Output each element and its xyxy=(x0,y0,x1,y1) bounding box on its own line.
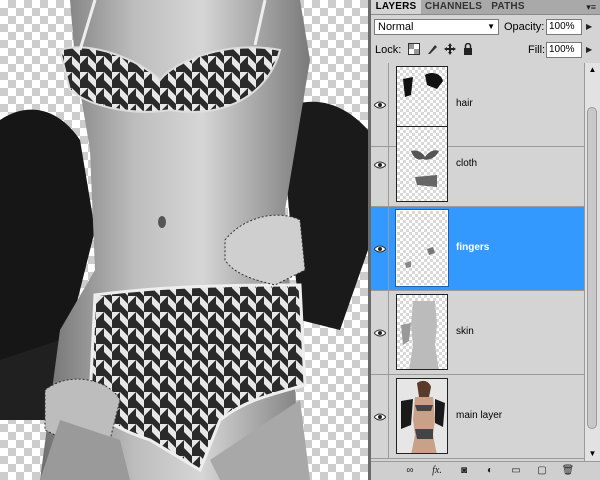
link-layers-icon[interactable]: ∞ xyxy=(403,465,417,477)
scroll-up-icon[interactable]: ▲ xyxy=(585,63,600,77)
new-layer-icon[interactable]: ▢ xyxy=(535,465,549,477)
layer-name: skin xyxy=(456,325,474,337)
fx-icon[interactable]: fx. xyxy=(429,465,445,477)
layer-row-cloth[interactable]: cloth xyxy=(371,123,584,207)
trash-icon[interactable]: 🗑 xyxy=(561,465,575,477)
visibility-toggle[interactable] xyxy=(371,123,389,206)
layer-name: fingers xyxy=(456,241,490,253)
opacity-label: Opacity: xyxy=(504,21,545,33)
eye-icon xyxy=(374,329,386,336)
lock-position-icon[interactable] xyxy=(444,43,456,55)
chevron-down-icon: ▼ xyxy=(487,22,495,31)
layer-thumbnail xyxy=(396,378,448,454)
layers-panel: LAYERS CHANNELS PATHS ▾≡ Normal ▼ Opacit… xyxy=(371,0,600,480)
visibility-toggle[interactable] xyxy=(371,291,389,374)
opacity-flyout-icon[interactable]: ▶ xyxy=(586,22,592,31)
opacity-field[interactable]: 100% xyxy=(546,19,582,35)
visibility-toggle[interactable] xyxy=(371,207,389,290)
fill-field[interactable]: 100% xyxy=(546,42,582,58)
panel-tab-bar: LAYERS CHANNELS PATHS ▾≡ xyxy=(371,0,600,15)
visibility-toggle[interactable] xyxy=(371,375,389,458)
canvas-image xyxy=(0,0,368,480)
layer-name: hair xyxy=(456,97,473,109)
adjustment-layer-icon[interactable]: ◐ xyxy=(483,465,497,477)
layer-list-scrollbar[interactable]: ▲ ▼ xyxy=(584,63,600,461)
eye-icon xyxy=(374,161,386,168)
layer-row-skin[interactable]: skin xyxy=(371,291,584,375)
eye-icon xyxy=(374,101,386,108)
layer-name: cloth xyxy=(456,157,478,169)
layer-thumbnail xyxy=(396,294,448,370)
lock-transparent-pixels-icon[interactable] xyxy=(408,43,420,55)
layer-name: main layer xyxy=(456,409,503,421)
blend-mode-select[interactable]: Normal ▼ xyxy=(374,19,499,35)
layer-thumbnail xyxy=(395,209,449,287)
layer-thumbnail xyxy=(396,126,448,202)
document-canvas[interactable] xyxy=(0,0,368,480)
scroll-thumb[interactable] xyxy=(587,107,597,429)
scroll-down-icon[interactable]: ▼ xyxy=(585,447,600,461)
layer-list: hair cloth fingers skin main layer xyxy=(371,63,584,461)
panel-menu-icon[interactable]: ▾≡ xyxy=(586,0,596,14)
eye-icon xyxy=(374,413,386,420)
new-group-icon[interactable]: ▭ xyxy=(509,465,523,477)
lock-label: Lock: xyxy=(375,44,402,56)
fill-label: Fill: xyxy=(528,44,546,56)
tab-paths[interactable]: PATHS xyxy=(486,0,530,14)
layer-row-fingers[interactable]: fingers xyxy=(371,207,584,291)
add-mask-icon[interactable]: ◙ xyxy=(457,465,471,477)
fill-flyout-icon[interactable]: ▶ xyxy=(586,45,592,54)
lock-image-pixels-icon[interactable] xyxy=(426,43,438,55)
tab-channels[interactable]: CHANNELS xyxy=(422,0,485,14)
blend-mode-value: Normal xyxy=(378,21,414,33)
layers-toolbar: ∞ fx. ◙ ◐ ▭ ▢ 🗑 xyxy=(371,461,600,480)
lock-row: Lock: Fill: 100% ▶ xyxy=(371,40,600,62)
tab-layers[interactable]: LAYERS xyxy=(371,0,421,14)
lock-all-icon[interactable] xyxy=(462,43,474,55)
eye-icon xyxy=(374,245,386,252)
layer-row-main-layer[interactable]: main layer xyxy=(371,375,584,459)
